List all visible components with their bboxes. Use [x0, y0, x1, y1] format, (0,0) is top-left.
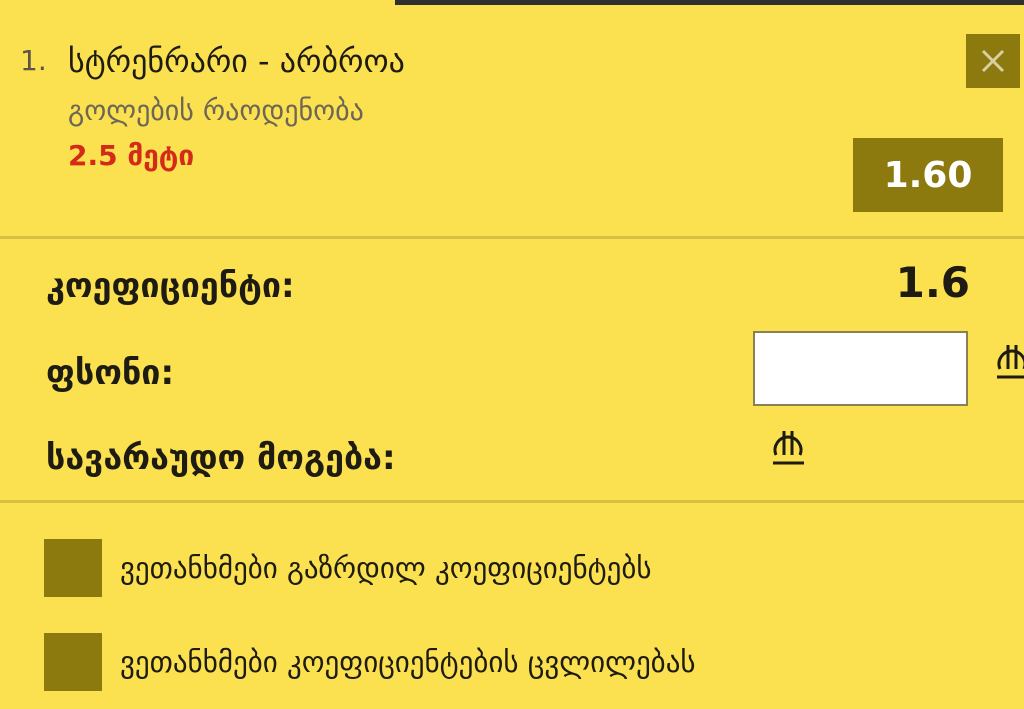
divider: [0, 236, 1024, 239]
bet-match-name: სტრენრარი - არბროა: [68, 42, 405, 80]
lari-currency-icon: [997, 345, 1024, 379]
option-label: ვეთანხმები კოეფიციენტების ცვლილებას: [120, 645, 696, 679]
close-icon: [981, 49, 1005, 73]
bet-item: 1. სტრენრარი - არბროა გოლების რაოდენობა …: [0, 0, 1024, 238]
bet-index: 1.: [20, 44, 47, 77]
lari-currency-icon: [773, 431, 804, 465]
remove-bet-button[interactable]: [966, 34, 1020, 88]
bet-market-name: გოლების რაოდენობა: [68, 94, 364, 127]
option-label: ვეთანხმები გაზრდილ კოეფიციენტებს: [120, 551, 652, 585]
potential-win-label: სავარაუდო მოგება:: [46, 438, 396, 478]
total-odd-value: 1.6: [895, 258, 970, 307]
checkbox-icon[interactable]: [44, 539, 102, 597]
checkbox-icon[interactable]: [44, 633, 102, 691]
bet-odd-badge[interactable]: 1.60: [853, 138, 1003, 212]
accept-increased-odds-option[interactable]: ვეთანხმები გაზრდილ კოეფიციენტებს: [44, 538, 652, 598]
accept-odds-change-option[interactable]: ვეთანხმები კოეფიციენტების ცვლილებას: [44, 632, 696, 692]
divider: [0, 500, 1024, 503]
stake-label: ფსონი:: [46, 353, 175, 393]
total-odd-label: კოეფიციენტი:: [46, 266, 295, 306]
bet-selection: 2.5 მეტი: [68, 139, 195, 172]
stake-input[interactable]: [753, 331, 968, 406]
